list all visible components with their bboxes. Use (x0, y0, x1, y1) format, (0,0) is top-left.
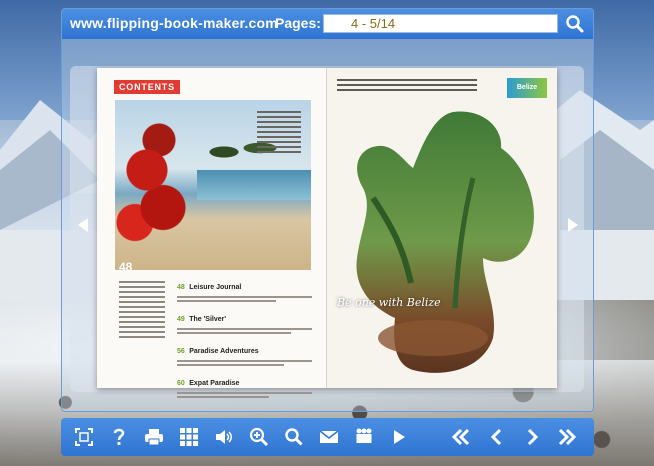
page-number-input[interactable]: 4 - 5/14 (323, 14, 558, 33)
belize-logo: Belize (507, 78, 547, 98)
left-page[interactable]: CONTENTS 48 48 Leisure Journal 49 The 'S… (97, 68, 327, 398)
toc-item-number: 60 (177, 380, 185, 387)
next-page-icon[interactable] (522, 427, 542, 447)
bottom-toolbar (61, 418, 594, 456)
toc-item-number: 49 (177, 316, 185, 323)
right-page[interactable]: Belize Be one with Belize (327, 68, 557, 388)
fullscreen-icon[interactable] (74, 427, 94, 447)
last-page-icon[interactable] (557, 427, 577, 447)
thumbnails-icon[interactable] (179, 427, 199, 447)
toc-item-title: Paradise Adventures (189, 348, 259, 355)
search-icon[interactable] (284, 427, 304, 447)
autoplay-icon[interactable] (389, 427, 409, 447)
jungle-silhouette-image (356, 111, 534, 373)
toc-item-title: Leisure Journal (189, 284, 242, 291)
toc-item: 60 Expat Paradise (177, 372, 319, 398)
toc-item: 56 Paradise Adventures (177, 340, 319, 366)
photo-caption (257, 108, 301, 156)
search-icon[interactable] (565, 14, 585, 34)
toc-item: 49 The 'Silver' (177, 308, 319, 334)
help-icon[interactable] (109, 427, 129, 447)
email-icon[interactable] (319, 427, 339, 447)
toc-item-number: 56 (177, 348, 185, 355)
toc-item-number: 48 (177, 284, 185, 291)
toc-item: 48 Leisure Journal (177, 276, 319, 302)
first-page-icon[interactable] (451, 427, 471, 447)
sound-icon[interactable] (214, 427, 234, 447)
toc-item-title: The 'Silver' (189, 316, 227, 323)
sea (197, 170, 311, 200)
flowering-tree (115, 110, 195, 260)
table-of-contents: 48 Leisure Journal 49 The 'Silver' 56 Pa… (177, 276, 319, 404)
ad-tagline: Be one with Belize (337, 296, 441, 309)
contents-badge: CONTENTS (114, 80, 180, 94)
photo-page-number: 48 (119, 260, 133, 274)
intro-text (119, 278, 165, 358)
previous-page-icon[interactable] (487, 427, 507, 447)
pages-label: Pages: (275, 15, 321, 31)
flipbook-viewer: www.flipping-book-maker.com Pages: 4 - 5… (61, 8, 594, 412)
next-page-arrow-icon[interactable] (566, 216, 580, 234)
top-bar: www.flipping-book-maker.com Pages: 4 - 5… (62, 9, 593, 39)
zoom-in-icon[interactable] (249, 427, 269, 447)
book-area: CONTENTS 48 48 Leisure Journal 49 The 'S… (70, 66, 584, 398)
ad-intro-text (337, 76, 477, 94)
print-icon[interactable] (144, 427, 164, 447)
open-book[interactable]: CONTENTS 48 48 Leisure Journal 49 The 'S… (97, 68, 557, 398)
toc-item-title: Expat Paradise (189, 380, 240, 387)
site-url-link[interactable]: www.flipping-book-maker.com (70, 15, 278, 31)
share-icon[interactable] (354, 427, 374, 447)
previous-page-arrow-icon[interactable] (76, 216, 90, 234)
